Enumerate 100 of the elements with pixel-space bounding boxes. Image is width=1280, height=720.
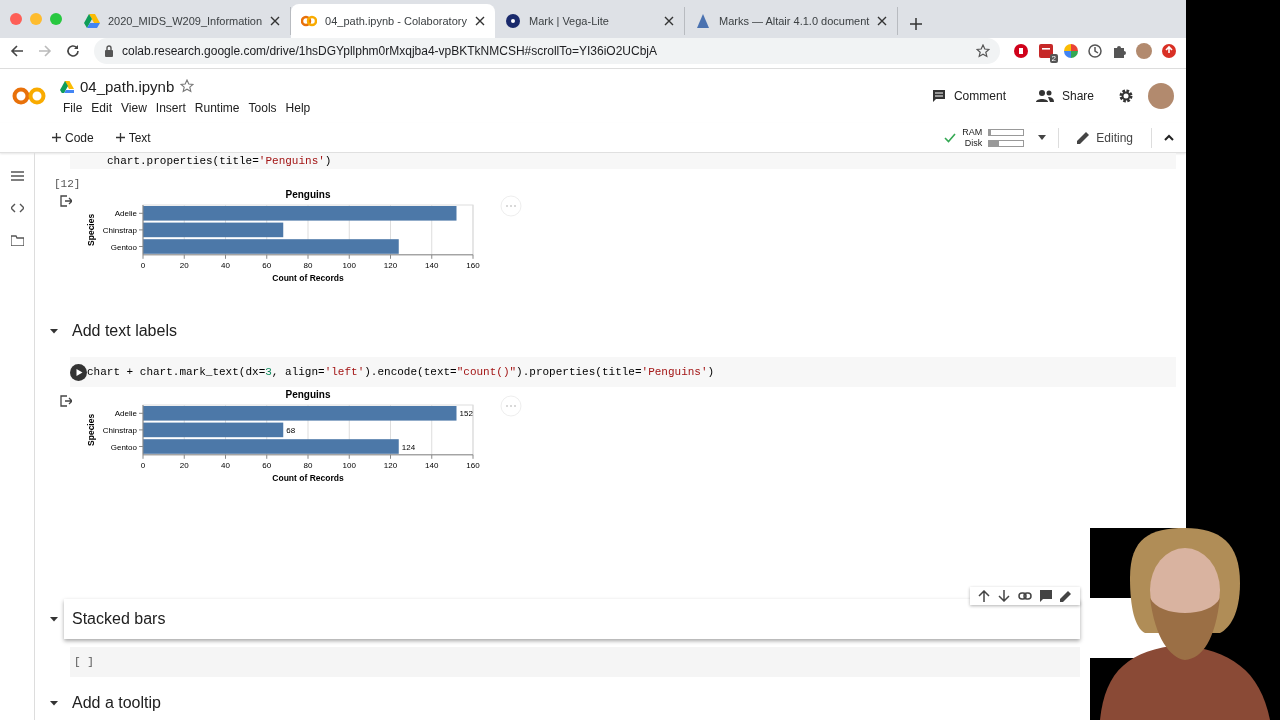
y-axis bbox=[138, 404, 144, 456]
comment-button[interactable]: Comment bbox=[925, 88, 1012, 104]
text-cell[interactable]: Stacked bars bbox=[64, 599, 1080, 639]
arrow-up-icon[interactable] bbox=[978, 590, 990, 602]
code-cell[interactable]: [ ] bbox=[70, 647, 1080, 677]
address-bar[interactable]: colab.research.google.com/drive/1hsDGYpllphm0rMxqjba4-vpBKTkNMCSH#scrollTo=YI36iO2UCbjA bbox=[94, 38, 1000, 64]
folder-icon[interactable] bbox=[10, 235, 24, 246]
browser-tab[interactable]: Marks — Altair 4.1.0 document bbox=[684, 7, 899, 35]
output-icon[interactable] bbox=[60, 195, 72, 207]
add-code-button[interactable]: Code bbox=[46, 129, 100, 146]
close-icon[interactable] bbox=[877, 16, 888, 26]
comment-icon[interactable] bbox=[1040, 590, 1052, 602]
puzzle-icon[interactable] bbox=[1112, 44, 1126, 58]
axis-title: Species bbox=[86, 413, 96, 446]
category-label: Gentoo bbox=[110, 242, 137, 252]
menu-item[interactable]: View bbox=[118, 100, 153, 115]
favicon-icon bbox=[84, 13, 100, 29]
category-label: Chinstrap bbox=[102, 425, 137, 435]
output-icon[interactable] bbox=[60, 395, 72, 407]
section-heading: Stacked bars bbox=[72, 610, 166, 628]
arrow-down-icon[interactable] bbox=[998, 590, 1010, 602]
color-wheel-icon[interactable] bbox=[1064, 44, 1078, 58]
share-button[interactable]: Share bbox=[1029, 88, 1100, 104]
back-icon[interactable] bbox=[10, 44, 24, 58]
code-cell[interactable]: chart.properties(title='Penguins') bbox=[70, 153, 1176, 169]
clock-icon[interactable] bbox=[1088, 44, 1102, 58]
tick-label: 20 bbox=[179, 260, 189, 270]
dropdown-icon[interactable] bbox=[1038, 135, 1047, 140]
menu-item[interactable]: Insert bbox=[152, 100, 192, 115]
collapse-icon[interactable] bbox=[1164, 134, 1174, 141]
comment-icon bbox=[931, 89, 946, 103]
axis-title: Count of Records bbox=[272, 472, 344, 483]
close-icon[interactable] bbox=[474, 16, 485, 26]
chart-title: Penguins bbox=[285, 189, 331, 200]
resources-indicator[interactable]: RAM Disk bbox=[944, 126, 1025, 149]
url-text: colab.research.google.com/drive/1hsDGYpllphm0rMxqjba4-vpBKTkNMCSH#scrollTo=YI36iO2UCbjA bbox=[122, 44, 658, 58]
tick-label: 80 bbox=[303, 460, 313, 470]
execution-count: [12] bbox=[54, 178, 81, 190]
extension-badge: 2 bbox=[1049, 54, 1058, 63]
pencil-icon bbox=[1077, 131, 1091, 144]
favicon-icon bbox=[504, 13, 521, 29]
axis-title: Count of Records bbox=[272, 272, 344, 283]
editing-button[interactable]: Editing bbox=[1071, 129, 1139, 146]
menu-icon[interactable] bbox=[10, 171, 24, 181]
tab-title: 2020_MIDS_W209_Information bbox=[108, 15, 263, 27]
tick-label: 100 bbox=[342, 460, 356, 470]
menu-item[interactable]: Runtime bbox=[191, 100, 246, 115]
tick-label: 40 bbox=[221, 260, 230, 270]
caret-icon[interactable] bbox=[50, 615, 58, 623]
tick-label: 160 bbox=[466, 460, 480, 470]
close-icon[interactable] bbox=[663, 16, 674, 26]
y-axis bbox=[138, 204, 144, 256]
avatar[interactable] bbox=[1148, 83, 1174, 109]
add-text-button[interactable]: Text bbox=[109, 129, 157, 146]
tick-label: 0 bbox=[140, 460, 146, 470]
favicon-icon bbox=[301, 13, 318, 29]
link-icon[interactable] bbox=[1018, 590, 1032, 602]
update-icon[interactable] bbox=[1162, 44, 1176, 58]
tick-label: 140 bbox=[425, 460, 439, 470]
settings-icon[interactable] bbox=[1118, 88, 1134, 104]
axis-title: Species bbox=[86, 213, 96, 246]
tick-label: 160 bbox=[466, 260, 480, 270]
browser-tab[interactable]: Mark | Vega-Lite bbox=[494, 7, 685, 35]
text-cell[interactable]: Add text labels bbox=[64, 311, 1176, 351]
code-line[interactable]: chart + chart.mark_text(dx=3, align='left').encode(text="count()").properties(title='Penguins') bbox=[87, 366, 715, 378]
plus-icon bbox=[52, 133, 61, 142]
star-icon[interactable] bbox=[976, 44, 990, 58]
code-cell[interactable]: chart + chart.mark_text(dx=3, align='left').encode(text="count()").properties(title='Penguins') bbox=[70, 357, 1176, 387]
chart-title: Penguins bbox=[285, 389, 331, 400]
caret-icon[interactable] bbox=[50, 699, 58, 707]
caret-icon[interactable] bbox=[50, 327, 58, 335]
tick-label: 120 bbox=[383, 260, 398, 270]
people-icon bbox=[1035, 90, 1054, 102]
browser-tab[interactable]: 04_path.ipynb - Colaboratory bbox=[291, 4, 495, 38]
lock-icon bbox=[104, 45, 114, 57]
tick-label: 40 bbox=[221, 460, 230, 470]
text-cell[interactable]: Add a tooltip bbox=[64, 683, 1080, 720]
shield-icon[interactable] bbox=[1014, 44, 1028, 58]
menu-item[interactable]: Tools bbox=[245, 100, 283, 115]
new-tab-icon[interactable] bbox=[910, 18, 923, 30]
menu-item[interactable]: Edit bbox=[88, 100, 119, 115]
notebook-title[interactable]: 04_path.ipynb bbox=[80, 77, 175, 95]
code-icon[interactable] bbox=[10, 203, 24, 213]
reload-icon[interactable] bbox=[66, 44, 80, 58]
code-line[interactable]: chart.properties(title='Penguins') bbox=[107, 155, 332, 167]
tick-label: 60 bbox=[262, 460, 272, 470]
colab-logo-icon[interactable] bbox=[12, 86, 46, 106]
menu-item[interactable]: Help bbox=[282, 100, 317, 115]
tab-title: Marks — Altair 4.1.0 document bbox=[718, 15, 870, 27]
tick-label: 80 bbox=[303, 260, 313, 270]
avatar[interactable] bbox=[1136, 43, 1152, 59]
menu-item[interactable]: File bbox=[60, 100, 89, 115]
pencil-icon[interactable] bbox=[1060, 590, 1072, 602]
extension-icon[interactable] bbox=[1038, 43, 1054, 59]
category-label: Gentoo bbox=[110, 442, 137, 452]
close-icon[interactable] bbox=[270, 16, 281, 26]
run-button-icon[interactable] bbox=[70, 363, 87, 381]
section-heading: Add text labels bbox=[72, 322, 177, 340]
tick-label: 60 bbox=[262, 260, 272, 270]
star-icon[interactable] bbox=[180, 79, 195, 93]
